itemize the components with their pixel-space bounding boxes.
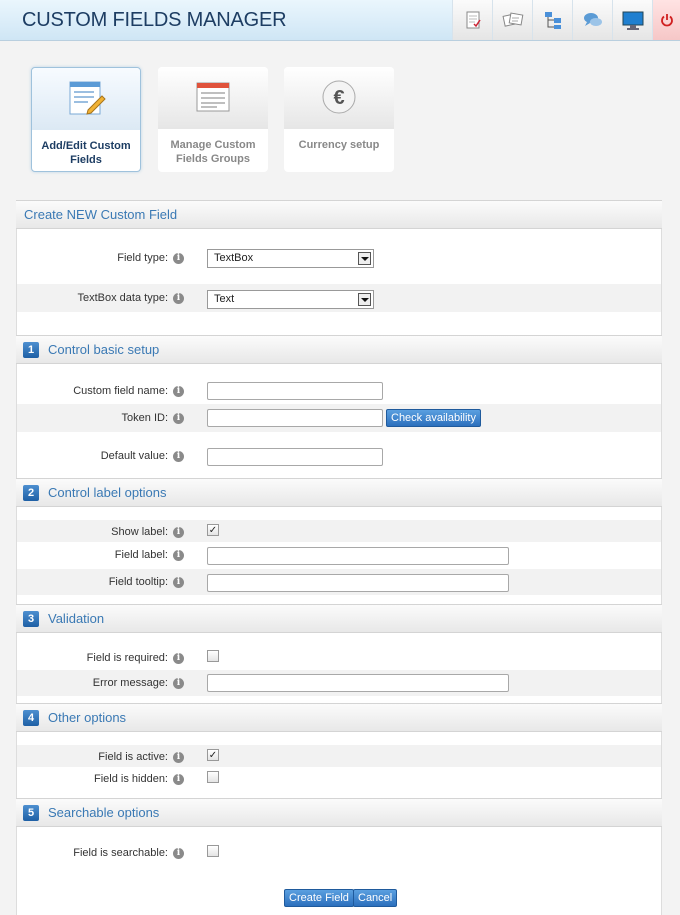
field-label-label: Field label: — [114, 549, 168, 561]
info-icon[interactable]: i — [173, 527, 184, 538]
sitemap-icon[interactable] — [532, 0, 572, 40]
info-icon[interactable]: i — [173, 451, 184, 462]
error-message-label: Error message: — [92, 677, 168, 689]
custom-field-name-input[interactable] — [207, 382, 383, 400]
section-searchable-options: 5 Searchable options — [16, 798, 662, 827]
section-number-badge: 3 — [23, 610, 39, 627]
token-id-input[interactable] — [207, 409, 383, 427]
section-title: Control label options — [48, 485, 167, 500]
form-edit-icon — [66, 78, 106, 121]
field-required-checkbox[interactable] — [207, 650, 219, 662]
page-title: CUSTOM FIELDS MANAGER — [22, 9, 287, 31]
create-field-button[interactable]: Create Field — [284, 889, 354, 907]
check-availability-button[interactable]: Check availability — [386, 409, 481, 427]
data-type-label: TextBox data type: — [77, 292, 169, 304]
info-icon[interactable]: i — [173, 386, 184, 397]
section-number-badge: 5 — [23, 804, 39, 821]
section-validation: 3 Validation — [16, 604, 662, 633]
section-title: Validation — [48, 611, 105, 626]
info-icon[interactable]: i — [173, 293, 184, 304]
info-icon[interactable]: i — [173, 752, 184, 763]
data-type-value: Text — [214, 293, 235, 305]
default-value-label: Default value: — [100, 450, 168, 462]
section-title: Control basic setup — [48, 342, 160, 357]
window-icon — [193, 77, 233, 120]
header-toolbar — [452, 0, 680, 40]
section-title: Other options — [48, 710, 127, 725]
section-title: Searchable options — [48, 805, 160, 820]
info-icon[interactable]: i — [173, 848, 184, 859]
tile-label: Manage Custom Fields Groups — [170, 139, 256, 165]
section-title: Create NEW Custom Field — [24, 207, 178, 222]
data-type-select[interactable]: Text — [207, 290, 374, 309]
section-number-badge: 2 — [23, 484, 39, 501]
tile-currency-setup[interactable]: € Currency setup — [284, 67, 394, 172]
info-icon[interactable]: i — [173, 253, 184, 264]
chat-icon[interactable] — [572, 0, 612, 40]
checklist-icon[interactable] — [452, 0, 492, 40]
svg-text:€: € — [333, 87, 344, 109]
section-number-badge: 1 — [23, 341, 39, 358]
field-type-value: TextBox — [214, 252, 254, 264]
field-tooltip-input[interactable] — [207, 574, 509, 592]
error-message-input[interactable] — [207, 674, 509, 692]
field-hidden-checkbox[interactable] — [207, 771, 219, 783]
field-tooltip-label: Field tooltip: — [108, 576, 168, 588]
field-required-label: Field is required: — [86, 652, 168, 664]
euro-icon: € — [319, 77, 359, 120]
cancel-button[interactable]: Cancel — [353, 889, 398, 907]
field-active-checkbox[interactable]: ✓ — [207, 749, 219, 761]
section-number-badge: 4 — [23, 709, 39, 726]
section-create-new-field: Create NEW Custom Field — [16, 200, 662, 229]
chevron-down-icon — [358, 293, 371, 306]
app-header: CUSTOM FIELDS MANAGER — [0, 0, 680, 41]
section-other-options: 4 Other options — [16, 703, 662, 732]
chevron-down-icon — [358, 252, 371, 265]
monitor-icon[interactable] — [612, 0, 652, 40]
field-label-input[interactable] — [207, 547, 509, 565]
section-control-label-options: 2 Control label options — [16, 478, 662, 507]
field-searchable-checkbox[interactable] — [207, 845, 219, 857]
field-hidden-label: Field is hidden: — [94, 773, 168, 785]
default-value-input[interactable] — [207, 448, 383, 466]
power-icon[interactable] — [652, 0, 680, 40]
field-type-select[interactable]: TextBox — [207, 249, 374, 268]
info-icon[interactable]: i — [173, 653, 184, 664]
info-icon[interactable]: i — [173, 774, 184, 785]
info-icon[interactable]: i — [173, 413, 184, 424]
info-icon[interactable]: i — [173, 550, 184, 561]
show-label-label: Show label: — [111, 526, 168, 538]
section-control-basic-setup: 1 Control basic setup — [16, 335, 662, 364]
info-icon[interactable]: i — [173, 577, 184, 588]
tile-add-edit-custom-fields[interactable]: Add/Edit Custom Fields — [31, 67, 141, 172]
custom-field-name-label: Custom field name: — [73, 385, 168, 397]
tile-label: Currency setup — [298, 139, 380, 151]
info-icon[interactable]: i — [173, 678, 184, 689]
field-type-label: Field type: — [117, 252, 168, 264]
cards-icon[interactable] — [492, 0, 532, 40]
tile-manage-custom-fields-groups[interactable]: Manage Custom Fields Groups — [158, 67, 268, 172]
field-active-label: Field is active: — [98, 751, 168, 763]
tile-label: Add/Edit Custom Fields — [41, 140, 131, 166]
token-id-label: Token ID: — [121, 412, 168, 424]
field-searchable-label: Field is searchable: — [73, 847, 168, 859]
show-label-checkbox[interactable]: ✓ — [207, 524, 219, 536]
